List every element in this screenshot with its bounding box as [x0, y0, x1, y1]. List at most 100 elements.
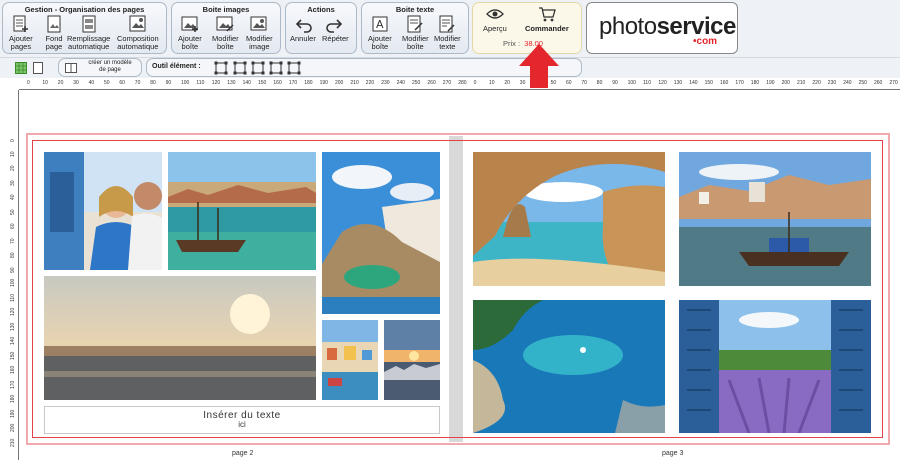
edit-image-icon [250, 16, 267, 31]
photo-box-sunset-village[interactable] [384, 320, 440, 400]
grid-toggle-button[interactable] [15, 61, 27, 74]
photo-turquoise-cove [473, 300, 665, 433]
ruler-tick-label: 50 [10, 208, 16, 215]
ruler-tick-label: 200 [781, 80, 790, 86]
ruler-tick-label: 180 [750, 80, 760, 86]
add-pages-button[interactable]: Ajouter pages [9, 15, 33, 51]
ruler-tick-label: 230 [381, 80, 390, 86]
single-page-icon [33, 62, 43, 74]
edit-image-button[interactable]: Modifier image [246, 15, 273, 51]
undo-icon [295, 19, 312, 33]
ruler-tick-label: 80 [150, 80, 156, 86]
photoservice-logo[interactable]: photoservice •com [586, 2, 738, 54]
group-text-box: Boite texte A Ajouter boîte Modifier boî… [361, 2, 469, 54]
element-tool-group: Outil élément : [146, 58, 582, 77]
ruler-tick-label: 50 [104, 80, 110, 86]
ruler-tick-label: 220 [365, 80, 375, 86]
page-label-right: page 3 [662, 450, 684, 457]
ruler-tick-label: 100 [181, 80, 190, 86]
ruler-tick-label: 0 [473, 80, 477, 86]
page-background-button[interactable]: Fond page [45, 15, 63, 51]
edit-text-box-button[interactable]: Modifier boîte [402, 15, 429, 51]
ruler-tick-label: 190 [10, 409, 16, 418]
ruler-tick-label: 210 [350, 80, 359, 86]
auto-composition-label: Composition automatique [117, 34, 159, 51]
ruler-tick-label: 180 [304, 80, 313, 86]
price-label: Prix : [503, 39, 521, 48]
photo-box-harbor-boats[interactable] [168, 152, 316, 270]
text-box-placeholder[interactable]: Insérer du texte ici [44, 406, 440, 434]
ruler-tick-label: 130 [10, 322, 16, 331]
group-page-management: Gestion - Organisation des pages Ajouter… [2, 2, 167, 54]
undo-button[interactable]: Annuler [290, 15, 316, 43]
ruler-tick-label: 10 [10, 150, 16, 157]
undo-label: Annuler [290, 34, 316, 43]
photo-box-sunset-sea[interactable] [44, 276, 316, 400]
ruler-tick-label: 60 [566, 80, 572, 86]
group-image-box: Boite images Ajouter boîte Modifier boît… [171, 2, 281, 54]
photo-box-cave-beach[interactable] [473, 152, 665, 286]
edit-image-box-button[interactable]: Modifier boîte [212, 15, 239, 51]
ruler-tick-label: 260 [874, 80, 883, 86]
ruler-tick-label: 120 [658, 80, 667, 86]
ruler-tick-label: 30 [73, 80, 79, 86]
auto-composition-button[interactable]: Composition automatique [117, 15, 159, 51]
ruler-tick-label: 190 [319, 80, 328, 86]
order-button[interactable]: Commander [525, 6, 569, 33]
group-title: Boite texte [395, 5, 435, 14]
frame-icon [269, 61, 283, 75]
photo-box-coast-cliff[interactable] [322, 152, 440, 314]
auto-fill-button[interactable]: Remplissage automatique [67, 15, 110, 51]
photo-box-river-boats[interactable] [679, 152, 871, 286]
ruler-tick-label: 150 [704, 80, 713, 86]
redo-icon [326, 19, 343, 33]
edit-text-icon [439, 15, 455, 33]
ruler-tick-label: 70 [10, 237, 16, 244]
ruler-tick-label: 170 [288, 80, 298, 86]
preview-button[interactable]: Aperçu [483, 7, 507, 33]
ruler-tick-label: 270 [442, 80, 452, 86]
auto-fill-label: Remplissage automatique [67, 34, 111, 51]
preview-label: Aperçu [483, 24, 507, 33]
ruler-tick-label: 90 [10, 266, 16, 273]
ruler-tick-label: 270 [889, 80, 898, 86]
ruler-tick-label: 80 [596, 80, 603, 86]
ruler-tick-label: 20 [57, 80, 64, 86]
add-text-box-button[interactable]: A Ajouter boîte [368, 15, 392, 51]
edit-image-box-label: Modifier boîte [212, 34, 239, 51]
group-title: Gestion - Organisation des pages [24, 5, 145, 14]
page-view-button[interactable] [33, 61, 43, 74]
ruler-tick-label: 210 [797, 80, 806, 86]
add-image-box-button[interactable]: Ajouter boîte [178, 15, 202, 51]
element-tool-label: Outil élément : [152, 63, 201, 70]
photo-box-lavender-window[interactable] [679, 300, 871, 433]
edit-text-box-label: Modifier boîte [402, 34, 429, 51]
group-title: Actions [307, 5, 335, 14]
ruler-tick-label: 230 [827, 80, 837, 86]
ruler-tick-label: 90 [165, 80, 172, 86]
logo-sub: •com [693, 36, 718, 47]
photo-box-village-waterfront[interactable] [322, 320, 378, 400]
ruler-tick-label: 80 [10, 252, 16, 258]
ruler-tick-label: 160 [273, 80, 282, 86]
ruler-tick-label: 120 [10, 307, 16, 316]
page-background-icon [47, 15, 61, 33]
ruler-tick-label: 70 [134, 80, 141, 86]
photo-box-family-beach[interactable] [44, 152, 162, 270]
ruler-vertical: 0 10 20 30 40 50 60 70 80 90 100 110 120 130 140 150 160… [8, 90, 19, 460]
edit-text-button[interactable]: Modifier texte [434, 15, 461, 51]
photo-box-turquoise-cove[interactable] [473, 300, 665, 433]
main-toolbar: Gestion - Organisation des pages Ajouter… [0, 0, 900, 58]
secondary-toolbar: créer un modèle de page Outil élément : [0, 58, 900, 78]
create-page-model-button[interactable]: créer un modèle de page [58, 58, 142, 77]
redo-button[interactable]: Répéter [322, 15, 349, 43]
ruler-tick-label: 210 [10, 438, 16, 447]
frame-icon [233, 61, 247, 75]
ruler-tick-label: 10 [42, 80, 48, 86]
page-label-left: page 2 [232, 450, 254, 457]
group-title: Boite images [202, 5, 250, 14]
ruler-tick-label: 250 [412, 80, 421, 86]
ruler-tick-label: 90 [612, 80, 618, 86]
ruler-tick-label: 200 [335, 80, 344, 86]
add-text-box-label: Ajouter boîte [368, 34, 392, 51]
